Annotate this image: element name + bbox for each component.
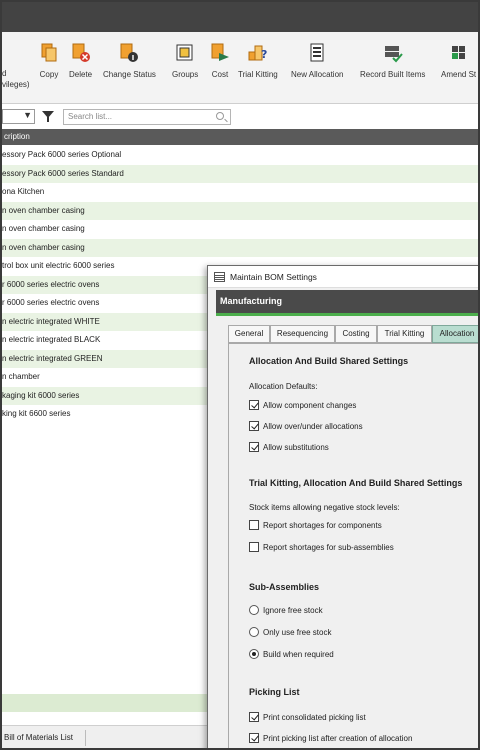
copy-icon	[38, 42, 60, 64]
delete-icon	[70, 42, 92, 64]
filter-bar: ▼ Search list...	[2, 106, 478, 128]
cost-icon	[209, 42, 231, 64]
new-allocation-button[interactable]: New Allocation	[291, 42, 343, 79]
list-item[interactable]: n oven chamber casing	[2, 201, 478, 220]
section-accent-line	[216, 313, 478, 316]
list-footer-strip	[2, 694, 212, 712]
trial-kitting-button[interactable]: ? Trial Kitting	[238, 42, 278, 79]
delete-button[interactable]: Delete	[69, 42, 92, 79]
print-consolidated-picking-list-label: Print consolidated picking list	[263, 713, 366, 722]
change-status-button[interactable]: Change Status	[103, 42, 156, 79]
allow-substitutions-checkbox[interactable]	[249, 442, 259, 452]
list-item[interactable]: essory Pack 6000 series Standard	[2, 164, 478, 183]
negative-stock-label: Stock items allowing negative stock leve…	[249, 503, 400, 512]
ribbon-toolbar: d vileges) Copy Delete Change Status Gro…	[2, 32, 478, 104]
only-use-free-stock-radio[interactable]	[249, 627, 259, 637]
svg-text:?: ?	[261, 48, 267, 61]
new-allocation-icon	[306, 42, 328, 64]
ignore-free-stock-label: Ignore free stock	[263, 606, 323, 615]
list-item[interactable]: essory Pack 6000 series Optional	[2, 146, 478, 165]
report-shortages-components-label: Report shortages for components	[263, 521, 382, 530]
record-built-items-icon	[382, 42, 404, 64]
dialog-title[interactable]: Maintain BOM Settings	[208, 266, 478, 288]
build-when-required-radio[interactable]	[249, 649, 259, 659]
tab-trial-kitting[interactable]: Trial Kitting	[377, 325, 432, 343]
maintain-bom-settings-dialog: Maintain BOM Settings Manufacturing Gene…	[207, 265, 478, 748]
allow-over-under-allocations-label: Allow over/under allocations	[263, 422, 363, 431]
amend-button[interactable]: Amend St	[441, 42, 476, 79]
app-window: d vileges) Copy Delete Change Status Gro…	[0, 0, 480, 750]
partial-label-line-1: d	[2, 69, 7, 78]
search-placeholder: Search list...	[68, 112, 113, 121]
tab-bill-of-materials-list[interactable]: Bill of Materials List	[4, 730, 86, 746]
settings-window-icon	[214, 272, 225, 282]
allow-over-under-allocations-checkbox[interactable]	[249, 421, 259, 431]
record-built-items-button[interactable]: Record Built Items	[360, 42, 425, 79]
title-bar	[2, 2, 478, 32]
report-shortages-sub-assemblies-checkbox[interactable]	[249, 542, 259, 552]
allow-substitutions-label: Allow substitutions	[263, 443, 329, 452]
change-status-icon	[118, 42, 140, 64]
partial-label-line-2: vileges)	[2, 80, 30, 89]
allow-component-changes-checkbox[interactable]	[249, 400, 259, 410]
allow-component-changes-label: Allow component changes	[263, 401, 357, 410]
filter-dropdown[interactable]: ▼	[2, 109, 35, 124]
tab-costing[interactable]: Costing	[335, 325, 377, 343]
chevron-down-icon: ▼	[23, 110, 32, 120]
allocation-defaults-label: Allocation Defaults:	[249, 382, 318, 391]
search-icon[interactable]	[216, 112, 224, 120]
tab-allocation[interactable]: Allocation	[432, 325, 478, 343]
list-item[interactable]: n oven chamber casing	[2, 220, 478, 239]
cost-button[interactable]: Cost	[209, 42, 231, 79]
groups-button[interactable]: Groups	[172, 42, 198, 79]
tab-resequencing[interactable]: Resequencing	[270, 325, 335, 343]
allocation-heading: Allocation And Build Shared Settings	[249, 356, 409, 366]
allocation-panel: Allocation And Build Shared Settings All…	[228, 343, 478, 748]
list-item[interactable]: ona Kitchen	[2, 183, 478, 202]
ribbon-partial-label: d vileges)	[2, 68, 30, 90]
amend-icon	[448, 42, 470, 64]
trial-kitting-icon: ?	[247, 42, 269, 64]
build-when-required-label: Build when required	[263, 650, 334, 659]
ignore-free-stock-radio[interactable]	[249, 605, 259, 615]
list-item[interactable]: n oven chamber casing	[2, 238, 478, 257]
print-consolidated-picking-list-checkbox[interactable]	[249, 712, 259, 722]
report-shortages-components-checkbox[interactable]	[249, 520, 259, 530]
trial-kitting-heading: Trial Kitting, Allocation And Build Shar…	[249, 478, 463, 488]
sub-assemblies-heading: Sub-Assemblies	[249, 582, 320, 592]
report-shortages-sub-assemblies-label: Report shortages for sub-assemblies	[263, 543, 394, 552]
picking-list-heading: Picking List	[249, 687, 300, 697]
section-title: Manufacturing	[216, 290, 478, 313]
only-use-free-stock-label: Only use free stock	[263, 628, 332, 637]
tab-general[interactable]: General	[228, 325, 270, 343]
column-header-description[interactable]: cription	[2, 129, 478, 145]
print-picking-list-after-allocation-checkbox[interactable]	[249, 733, 259, 743]
copy-button[interactable]: Copy	[38, 42, 60, 79]
groups-icon	[174, 42, 196, 64]
print-picking-list-after-allocation-label: Print picking list after creation of all…	[263, 734, 413, 743]
filter-icon-stem	[47, 117, 49, 122]
search-input[interactable]: Search list...	[63, 109, 231, 125]
